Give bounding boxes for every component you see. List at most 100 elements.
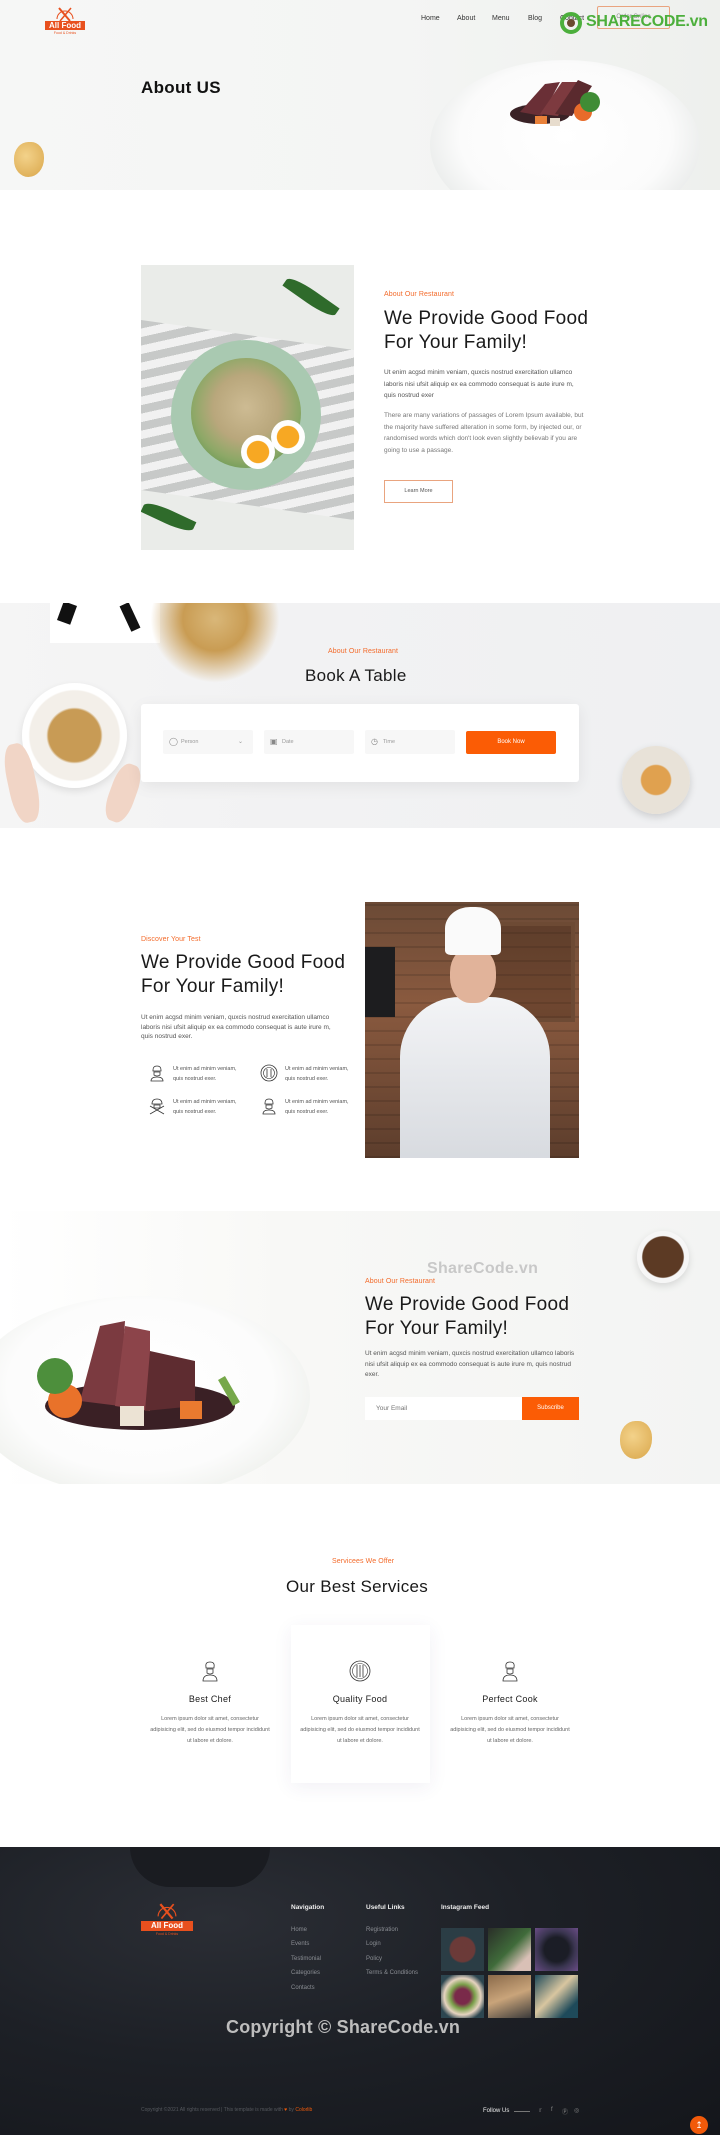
granola-bowl-image — [22, 683, 127, 788]
about-title-line1: We Provide Good Food — [384, 308, 589, 329]
footer-link-terms[interactable]: Terms & Conditions — [366, 1970, 418, 1976]
learn-more-button[interactable]: Learn More — [384, 480, 453, 503]
footer-link-policy[interactable]: Policy — [366, 1956, 382, 1962]
chef-kicker: Discover Your Test — [141, 936, 201, 943]
service-title: Perfect Cook — [482, 1694, 538, 1704]
instagram-icon[interactable]: ◎ — [574, 2107, 579, 2114]
footer-link-testimonial[interactable]: Testimonial — [291, 1956, 321, 1962]
heart-icon: ♥ — [284, 2107, 288, 2113]
instagram-thumb[interactable] — [488, 1975, 531, 2018]
fries-plate-image — [622, 746, 690, 814]
clock-icon: ◷ — [371, 737, 378, 746]
services-kicker: Servicees We Offer — [332, 1558, 395, 1565]
service-item: Perfect Cook Lorem ipsum dolor sit amet,… — [450, 1660, 570, 1747]
subscribe-button[interactable]: Subscribe — [522, 1397, 579, 1420]
instagram-thumb[interactable] — [441, 1928, 484, 1971]
date-input[interactable]: ▣ Date — [264, 730, 354, 754]
copyright-watermark: Copyright © ShareCode.vn — [226, 2017, 461, 2037]
instagram-thumb[interactable] — [535, 1928, 578, 1971]
chef-icon — [150, 1065, 164, 1082]
copyright-text: Copyright ©2021 All rights reserved | Th… — [141, 2107, 313, 2113]
chef-icon — [262, 1098, 276, 1115]
instagram-thumb[interactable] — [535, 1975, 578, 2018]
about-paragraph-2: There are many variations of passages of… — [384, 412, 584, 454]
chevron-down-icon: ⌄ — [237, 739, 243, 745]
coffee-beans-cup-image — [637, 1231, 689, 1283]
about-food-image — [141, 265, 354, 550]
footer-logo-subtext: Food & Drinks — [155, 1932, 179, 1936]
footer-useful-heading: Useful Links — [366, 1904, 405, 1911]
footer-link-categories[interactable]: Categories — [291, 1970, 320, 1976]
footer-logo[interactable]: All Food Food & Drinks — [141, 1903, 193, 1939]
footer-link-contacts[interactable]: Contacts — [291, 1985, 315, 1991]
about-section — [0, 190, 720, 603]
logo[interactable]: All Food Food & Drinks — [45, 7, 85, 37]
feature-item: Ut enim ad minim veniam, quis nostrud exe… — [260, 1064, 360, 1086]
nav-blog[interactable]: Blog — [528, 15, 542, 22]
page-title: About US — [141, 78, 221, 97]
subscribe-title-line1: We Provide Good Food — [365, 1294, 570, 1315]
granola-jar-image — [150, 603, 280, 683]
booking-form: ◯ Person ⌄ ▣ Date ◷ Time Book Now — [141, 704, 579, 782]
chef-section — [0, 828, 720, 1211]
sharecode-watermark-logo: SHARECODE.vn — [559, 10, 719, 36]
footer-link-registration[interactable]: Registration — [366, 1927, 398, 1933]
footer-link-home[interactable]: Home — [291, 1927, 307, 1933]
person-icon: ◯ — [169, 737, 178, 746]
service-item: Quality Food Lorem ipsum dolor sit amet,… — [300, 1660, 420, 1747]
service-description: Lorem ipsum dolor sit amet, consectetur … — [450, 1716, 570, 1744]
chef-icon — [202, 1661, 218, 1682]
nav-home[interactable]: Home — [421, 15, 440, 22]
feature-item: Ut enim ad minim veniam, quis nostrud exe… — [148, 1064, 248, 1086]
instagram-thumb[interactable] — [441, 1975, 484, 2018]
facebook-icon[interactable]: f — [551, 2107, 553, 2113]
logo-subtext: Food & Drinks — [53, 31, 77, 35]
footer-link-events[interactable]: Events — [291, 1941, 309, 1947]
instagram-thumb[interactable] — [488, 1928, 531, 1971]
about-kicker: About Our Restaurant — [384, 291, 455, 298]
decor-art-image — [50, 603, 160, 643]
subscribe-title-line2: For Your Family! — [365, 1318, 509, 1339]
person-select[interactable]: ◯ Person ⌄ — [163, 730, 253, 754]
plate-cutlery-icon — [260, 1064, 278, 1082]
potato-chip-image — [14, 142, 44, 177]
sharecode-watermark-text: SHARECODE.vn — [586, 13, 708, 30]
steak-dish-image — [37, 1321, 240, 1430]
colorlib-link[interactable]: Colorlib — [295, 2107, 312, 2113]
chef-title-line1: We Provide Good Food — [141, 952, 346, 973]
subscribe-section — [0, 1211, 720, 1484]
logo-utensils-icon — [157, 1903, 177, 1920]
back-to-top-button[interactable]: ↥ — [690, 2116, 708, 2134]
about-title-line2: For Your Family! — [384, 332, 528, 353]
footer — [0, 1847, 720, 2135]
footer-instagram-heading: Instagram Feed — [441, 1904, 490, 1911]
chef-icon — [502, 1661, 518, 1682]
pinterest-icon[interactable]: Ⓟ — [562, 2107, 568, 2116]
service-description: Lorem ipsum dolor sit amet, consectetur … — [300, 1716, 420, 1744]
calendar-icon: ▣ — [270, 737, 278, 746]
chef-title-line2: For Your Family! — [141, 976, 285, 997]
nav-about[interactable]: About — [457, 15, 475, 22]
nav-menu[interactable]: Menu — [492, 15, 510, 22]
plate-cutlery-icon — [349, 1660, 371, 1682]
chef-photo — [365, 902, 579, 1158]
twitter-icon[interactable]: 𝕣 — [539, 2107, 542, 2114]
service-item: Best Chef Lorem ipsum dolor sit amet, co… — [150, 1660, 270, 1747]
time-input[interactable]: ◷ Time — [365, 730, 455, 754]
logo-text: All Food — [45, 21, 85, 30]
feature-item: Ut enim ad minim veniam, quis nostrud exe… — [148, 1097, 248, 1119]
subscribe-paragraph: Ut enim acgsd minim veniam, quxcis nostr… — [365, 1350, 575, 1378]
footer-navigation-heading: Navigation — [291, 1904, 325, 1911]
book-kicker: About Our Restaurant — [328, 648, 399, 655]
service-title: Quality Food — [332, 1694, 388, 1704]
book-now-button[interactable]: Book Now — [466, 731, 556, 754]
hero-steak-image — [510, 80, 600, 126]
services-title: Our Best Services — [286, 1577, 429, 1596]
footer-link-login[interactable]: Login — [366, 1941, 381, 1947]
feature-item: Ut enim ad minim veniam, quis nostrud exe… — [260, 1097, 360, 1119]
about-paragraph-1: Ut enim acgsd minim veniam, quxcis nostr… — [384, 369, 574, 399]
sharecode-recycle-icon — [560, 12, 582, 34]
follow-divider — [514, 2111, 530, 2112]
email-input[interactable] — [365, 1397, 522, 1420]
service-title: Best Chef — [188, 1694, 232, 1704]
